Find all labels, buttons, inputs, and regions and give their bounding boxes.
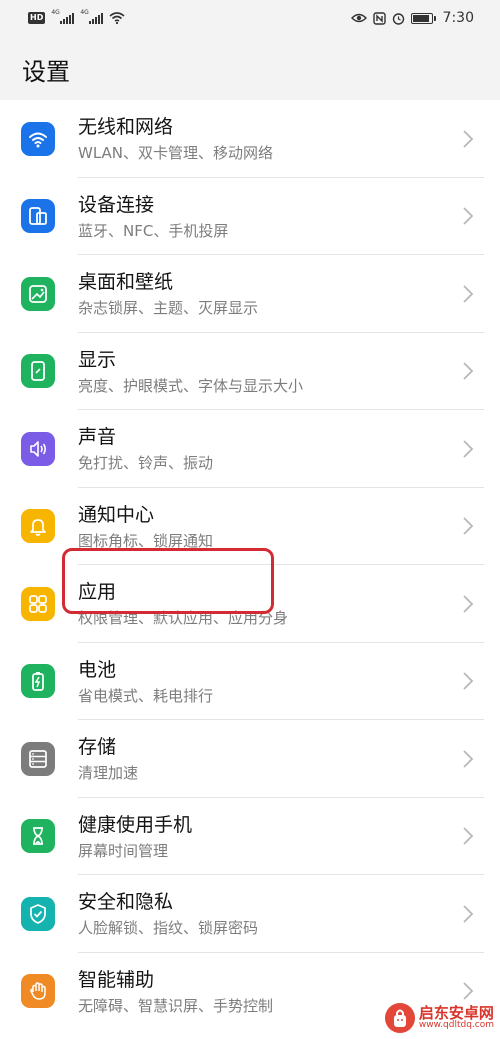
status-right: 7:30 xyxy=(350,10,474,26)
settings-item-title: 声音 xyxy=(78,426,117,448)
chevron-right-icon xyxy=(463,362,474,380)
sound-icon xyxy=(21,431,55,466)
storage-icon xyxy=(21,741,55,776)
wallpaper-icon xyxy=(21,276,55,311)
cell-signal-2-icon: 4G xyxy=(80,9,104,24)
settings-item-title: 存储 xyxy=(78,736,117,758)
battery-icon xyxy=(21,664,55,699)
hand-icon xyxy=(21,974,55,1009)
settings-item-subtitle: 人脸解锁、指纹、锁屏密码 xyxy=(78,919,259,937)
settings-item-subtitle: 无障碍、智慧识屏、手势控制 xyxy=(78,996,274,1015)
eye-comfort-icon xyxy=(350,13,367,23)
settings-item-subtitle: 屏幕时间管理 xyxy=(78,841,169,860)
settings-item-subtitle: 免打扰、铃声、振动 xyxy=(78,454,214,472)
apps-grid-icon xyxy=(21,586,55,621)
settings-item[interactable]: 健康使用手机屏幕时间管理 xyxy=(0,798,500,875)
chevron-right-icon xyxy=(463,517,474,535)
watermark: 启东安卓网 www.qdltdq.com xyxy=(384,1003,494,1033)
settings-list: 无线和网络 WLAN、双卡管理、移动网络设备连接蓝牙、NFC、手机投屏 桌面和壁纸杂… xyxy=(0,100,500,1039)
settings-item-subtitle: 图标角标、锁屏通知 xyxy=(78,531,214,550)
settings-item[interactable]: 桌面和壁纸杂志锁屏、主题、灭屏显示 xyxy=(0,255,500,333)
sim2-network-label: 4G xyxy=(80,9,89,16)
settings-item[interactable]: 安全和隐私人脸解锁、指纹、锁屏密码 xyxy=(0,875,500,953)
settings-item-title: 桌面和壁纸 xyxy=(78,271,174,293)
settings-item-subtitle: 权限管理、默认应用、应用分身 xyxy=(78,609,289,627)
device-connection-icon xyxy=(21,199,55,234)
hourglass-icon xyxy=(21,819,55,854)
shield-icon xyxy=(21,896,55,931)
settings-item[interactable]: 通知中心图标角标、锁屏通知 xyxy=(0,488,500,565)
chevron-right-icon xyxy=(463,750,474,768)
page-title: 设置 xyxy=(22,58,70,86)
chevron-right-icon xyxy=(463,130,474,148)
chevron-right-icon xyxy=(463,595,474,613)
display-icon xyxy=(21,354,55,389)
settings-item-title: 电池 xyxy=(78,658,117,681)
watermark-name: 启东安卓网 xyxy=(418,1003,494,1022)
chevron-right-icon xyxy=(463,827,474,845)
status-bar: HD 4G 4G 7:30 xyxy=(0,0,500,36)
settings-item-title: 安全和隐私 xyxy=(78,891,174,913)
settings-item-subtitle: 省电模式、耗电排行 xyxy=(78,686,214,705)
chevron-right-icon xyxy=(463,982,474,1000)
settings-item[interactable]: 应用权限管理、默认应用、应用分身 xyxy=(0,565,500,643)
cell-signal-1-icon: 4G xyxy=(51,9,75,24)
sim1-network-label: 4G xyxy=(51,9,60,16)
chevron-right-icon xyxy=(463,440,474,458)
watermark-url: www.qdltdq.com xyxy=(418,1020,494,1031)
notification-bell-icon xyxy=(21,509,55,544)
watermark-logo-icon xyxy=(384,1003,415,1033)
chevron-right-icon xyxy=(463,905,474,923)
chevron-right-icon xyxy=(463,207,474,225)
chevron-right-icon xyxy=(463,672,474,690)
settings-item-title: 通知中心 xyxy=(78,503,155,526)
settings-item-title: 应用 xyxy=(78,581,117,603)
status-time: 7:30 xyxy=(442,10,474,26)
settings-item-subtitle: 亮度、护眼模式、字体与显示大小 xyxy=(78,376,304,395)
hd-voice-icon: HD xyxy=(28,12,46,24)
wifi-icon xyxy=(21,121,55,156)
settings-item[interactable]: 显示亮度、护眼模式、字体与显示大小 xyxy=(0,333,500,410)
wifi-status-icon xyxy=(109,12,125,24)
settings-item[interactable]: 存储 清理加速 xyxy=(0,720,500,798)
settings-item-title: 健康使用手机 xyxy=(78,813,193,836)
settings-item-title: 无线和网络 xyxy=(78,116,174,138)
settings-item-subtitle: 清理加速 xyxy=(78,764,139,782)
settings-item-title: 智能辅助 xyxy=(78,968,155,991)
settings-item-title: 显示 xyxy=(78,348,117,371)
settings-item-subtitle: 杂志锁屏、主题、灭屏显示 xyxy=(78,299,259,317)
settings-item[interactable]: 无线和网络 WLAN、双卡管理、移动网络 xyxy=(0,100,500,178)
settings-item-subtitle: WLAN、双卡管理、移动网络 xyxy=(78,144,274,162)
battery-status-icon xyxy=(410,12,436,24)
nfc-icon xyxy=(372,11,386,25)
settings-item[interactable]: 设备连接蓝牙、NFC、手机投屏 xyxy=(0,178,500,255)
settings-item-subtitle: 蓝牙、NFC、手机投屏 xyxy=(78,221,229,240)
chevron-right-icon xyxy=(463,285,474,303)
settings-item-title: 设备连接 xyxy=(78,193,155,216)
settings-item[interactable]: 电池省电模式、耗电排行 xyxy=(0,643,500,720)
status-left: HD 4G 4G xyxy=(28,9,125,24)
alarm-clock-icon xyxy=(392,12,404,25)
settings-item[interactable]: 声音免打扰、铃声、振动 xyxy=(0,410,500,488)
